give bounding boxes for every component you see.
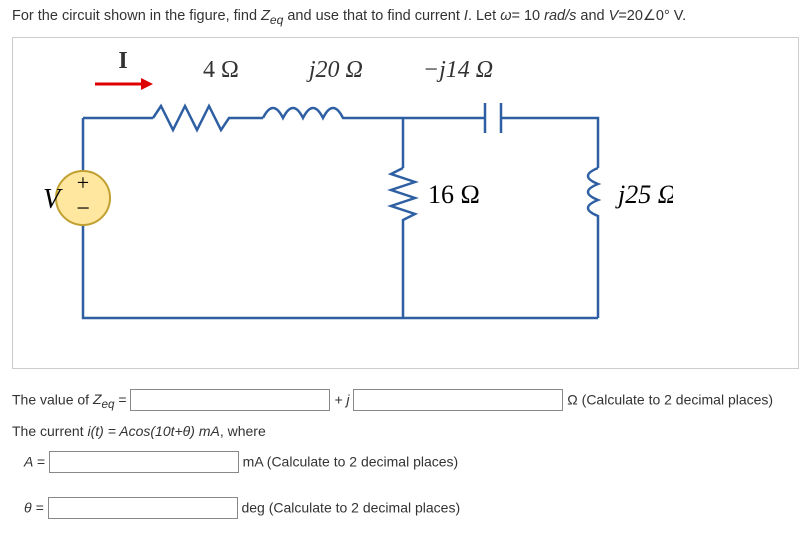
- text: . Let: [468, 8, 500, 24]
- current-arrow: I: [93, 48, 153, 93]
- theta-label: θ =: [24, 500, 48, 516]
- eq: =: [114, 391, 130, 407]
- c1-label: −j14 Ω: [423, 57, 493, 84]
- func: i(t) = Acos(10t+θ) mA: [87, 423, 219, 439]
- problem-statement: For the circuit shown in the figure, fin…: [12, 8, 799, 27]
- a-answer-row: A = mA (Calculate to 2 decimal places): [24, 451, 799, 473]
- label: The current: [12, 423, 87, 439]
- zeq-imag-input[interactable]: [353, 389, 563, 411]
- omega-var: ω: [500, 8, 511, 24]
- l1-label: j20 Ω: [309, 57, 363, 84]
- zeq-real-input[interactable]: [130, 389, 330, 411]
- svg-text:−: −: [76, 196, 90, 222]
- text: and: [576, 8, 608, 24]
- unit: Ω (Calculate to 2 decimal places): [567, 391, 773, 407]
- current-label: I: [118, 48, 127, 75]
- r2-label: 16 Ω: [428, 180, 480, 209]
- arrow-icon: [93, 75, 153, 93]
- label: The value of: [12, 391, 93, 407]
- zeq-answer-row: The value of Zeq = + j Ω (Calculate to 2…: [12, 389, 799, 411]
- l2-label: j25 Ω: [615, 180, 673, 209]
- circuit-figure: I 4 Ω j20 Ω −j14 Ω: [12, 37, 799, 369]
- r1-label: 4 Ω: [203, 57, 239, 84]
- voltage-source: + −: [56, 170, 110, 225]
- unit: rad/s: [544, 8, 576, 24]
- text: and use that to find current: [283, 8, 464, 24]
- where: , where: [220, 423, 266, 439]
- text: = 10: [511, 8, 544, 24]
- v-var: V: [609, 8, 619, 24]
- text: =20∠0° V.: [618, 8, 686, 24]
- zeq-var: Zeq: [93, 391, 115, 407]
- text: For the circuit shown in the figure, fin…: [12, 8, 261, 24]
- theta-answer-row: θ = deg (Calculate to 2 decimal places): [24, 497, 799, 519]
- theta-input[interactable]: [48, 497, 238, 519]
- a-label: A =: [24, 454, 49, 470]
- circuit-svg: + − V 16 Ω j25 Ω: [33, 88, 673, 338]
- v-label: V: [43, 184, 63, 215]
- plus-j: + j: [334, 391, 349, 407]
- current-definition-row: The current i(t) = Acos(10t+θ) mA, where: [12, 423, 799, 439]
- a-input[interactable]: [49, 451, 239, 473]
- unit: mA (Calculate to 2 decimal places): [243, 454, 459, 470]
- zeq-var: Zeq: [261, 8, 283, 24]
- svg-text:+: +: [77, 170, 89, 195]
- unit: deg (Calculate to 2 decimal places): [241, 500, 460, 516]
